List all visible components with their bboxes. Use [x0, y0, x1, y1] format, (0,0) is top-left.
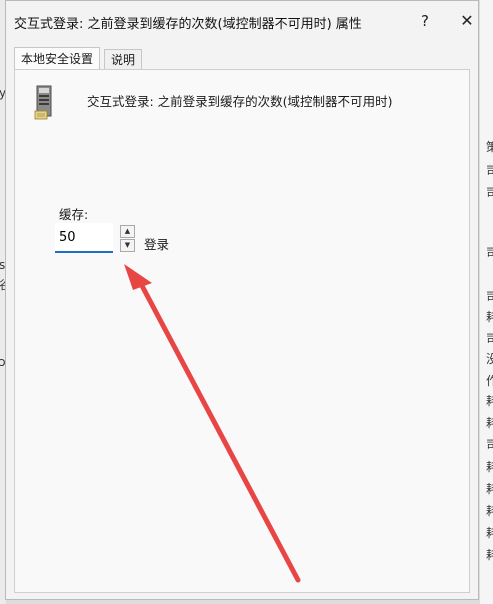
- policy-name: 交互式登录: 之前登录到缓存的次数(域控制器不可用时): [87, 94, 393, 109]
- tab-panel: 交互式登录: 之前登录到缓存的次数(域控制器不可用时) 缓存: ▲ ▼ 登录: [14, 69, 470, 593]
- close-button[interactable]: ✕: [452, 9, 482, 33]
- properties-dialog: 交互式登录: 之前登录到缓存的次数(域控制器不可用时) 属性 ? ✕ 本地安全设…: [5, 0, 479, 600]
- background-window-right: 策 司 司 司 司 耗 司 没 作 耗 耗 司 耗 耗 耗 耗 耗: [480, 0, 493, 604]
- cache-count-input[interactable]: [55, 223, 113, 253]
- spin-down-button[interactable]: ▼: [120, 239, 135, 252]
- tab-explain[interactable]: 说明: [104, 49, 143, 70]
- spin-up-button[interactable]: ▲: [120, 225, 135, 238]
- server-icon: [34, 85, 52, 120]
- title-bar[interactable]: 交互式登录: 之前登录到缓存的次数(域控制器不可用时) 属性 ? ✕: [6, 1, 478, 41]
- cache-count-stepper[interactable]: ▲ ▼: [120, 225, 135, 253]
- logons-unit-label: 登录: [144, 237, 170, 252]
- dialog-title: 交互式登录: 之前登录到缓存的次数(域控制器不可用时) 属性: [14, 17, 362, 32]
- cache-label: 缓存:: [59, 207, 89, 222]
- tab-local-security-setting[interactable]: 本地安全设置: [14, 47, 101, 71]
- help-button[interactable]: ?: [410, 9, 440, 33]
